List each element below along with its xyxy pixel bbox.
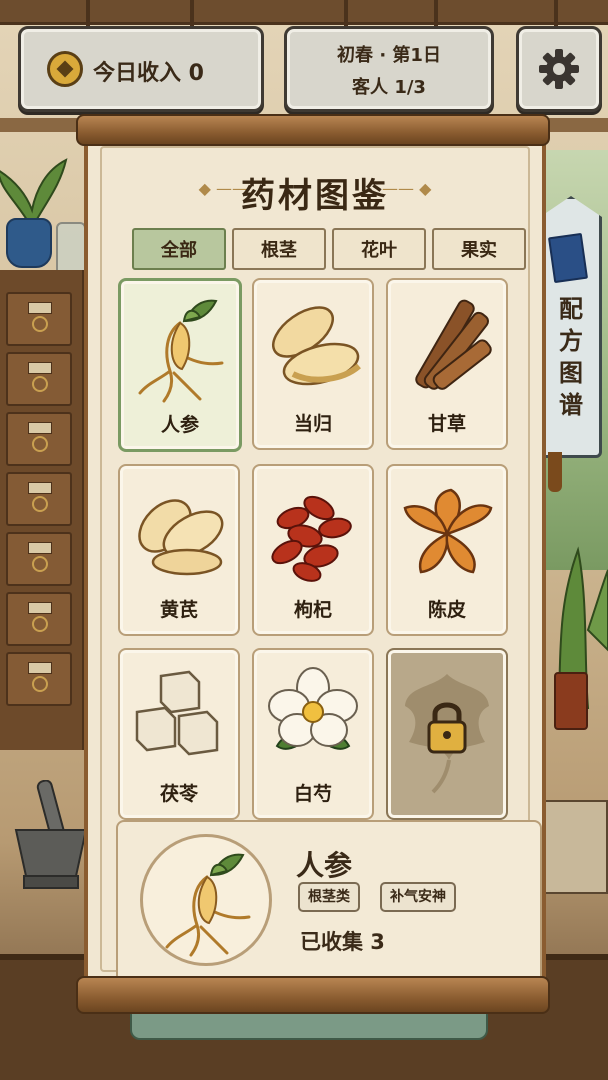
detail-herb-name: 人参	[296, 849, 353, 882]
income-label: 今日收入 0	[93, 61, 204, 86]
herb-name: 茯苓	[159, 783, 198, 805]
blue-pot	[6, 218, 52, 268]
ginseng-icon	[165, 853, 251, 957]
herb-name: 白芍	[293, 783, 332, 805]
herb-card-locked[interactable]	[386, 648, 508, 820]
settings-button[interactable]	[516, 26, 602, 112]
herb-name: 当归	[293, 413, 332, 435]
herb-name: 枸杞	[293, 599, 332, 621]
season-day: 初春 · 第1日	[337, 45, 441, 66]
scroll-base	[130, 1010, 488, 1040]
herb-name: 黄芪	[159, 599, 198, 621]
coin-icon	[47, 51, 83, 87]
herb-portrait	[140, 834, 272, 966]
herb-name: 人参	[160, 414, 199, 436]
herb-card-licorice[interactable]: 甘草	[386, 278, 508, 450]
recipe-book-tab[interactable]: 配方图谱	[540, 196, 602, 458]
ornament-right-icon: —— ◆	[382, 179, 432, 198]
herb-card-tangerine-peel[interactable]: 陈皮	[386, 464, 508, 636]
poria-cubes-icon	[135, 670, 219, 756]
herb-card-poria[interactable]: 茯苓	[118, 648, 240, 820]
goji-berries-icon	[271, 495, 352, 582]
herb-card-goji[interactable]: 枸杞	[252, 464, 374, 636]
customer-count: 客人 1/3	[352, 77, 426, 98]
white-peony-icon	[268, 667, 358, 750]
medicine-bottle	[554, 672, 588, 730]
gear-icon	[539, 49, 579, 89]
glass-jar	[56, 222, 86, 276]
ceiling-beam	[0, 0, 608, 25]
day-sign: 初春 · 第1日 客人 1/3	[284, 26, 494, 112]
book-icon	[547, 232, 589, 284]
angelica-slices-icon	[272, 306, 361, 386]
tab-flowers-leaves[interactable]: 花叶	[332, 228, 426, 270]
medicine-cabinet	[0, 270, 86, 750]
herb-card-white-peony[interactable]: 白芍	[252, 648, 374, 820]
scroll-bottom-rod	[76, 976, 550, 1014]
herb-encyclopedia-scroll: ◆ —— 药材图鉴 —— ◆ 全部 根茎 花叶 果实 人参 当归 甘草 黄芪 枸…	[84, 140, 546, 984]
scroll-border: ◆ —— 药材图鉴 —— ◆ 全部 根茎 花叶 果实 人参 当归 甘草 黄芪 枸…	[100, 146, 542, 984]
page-title: 药材图鉴	[241, 176, 389, 216]
income-sign: 今日收入 0	[18, 26, 264, 112]
mortar-pestle-icon	[14, 780, 88, 889]
herb-card-ginseng[interactable]: 人参	[118, 278, 242, 452]
tag-category: 根茎类	[298, 882, 360, 912]
category-tabs: 全部 根茎 花叶 果实	[132, 228, 526, 270]
tab-all[interactable]: 全部	[132, 228, 226, 270]
tangerine-peel-icon	[403, 488, 493, 574]
herb-card-angelica[interactable]: 当归	[252, 278, 374, 450]
collected-count: 已收集 3	[300, 930, 385, 954]
tassel	[548, 452, 562, 492]
herb-name: 甘草	[427, 413, 466, 435]
tab-roots[interactable]: 根茎	[232, 228, 326, 270]
lock-icon	[405, 674, 489, 794]
astragalus-slices-icon	[138, 499, 224, 576]
licorice-sticks-icon	[415, 299, 492, 390]
ginseng-icon	[138, 299, 224, 403]
herb-name: 陈皮	[427, 599, 466, 621]
selected-herb-detail: 人参 根茎类 补气安神 已收集 3	[116, 820, 542, 984]
herb-card-astragalus[interactable]: 黄芪	[118, 464, 240, 636]
scroll-top-rod	[76, 114, 550, 146]
tab-fruits[interactable]: 果实	[432, 228, 526, 270]
recipe-tab-label: 配方图谱	[559, 295, 583, 419]
tag-effect: 补气安神	[380, 882, 456, 912]
